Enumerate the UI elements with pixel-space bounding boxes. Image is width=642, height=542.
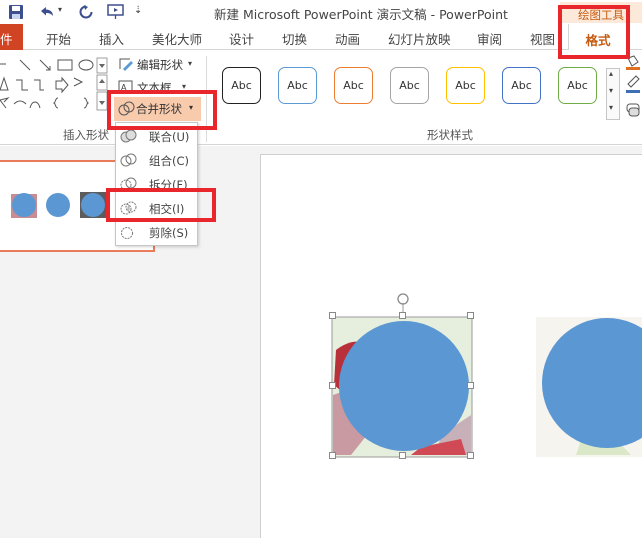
- slideshow-from-start-icon[interactable]: [106, 3, 126, 21]
- shapes-gallery[interactable]: [0, 56, 110, 116]
- resize-handle[interactable]: [399, 312, 406, 319]
- rotate-handle-icon: [397, 293, 409, 305]
- tab-insert[interactable]: 插入: [99, 29, 124, 48]
- insert-shapes-group-label: 插入形状: [63, 128, 109, 142]
- tab-home[interactable]: 开始: [46, 29, 71, 48]
- menu-item-label: 联合(U): [149, 130, 190, 144]
- shape-styles-group-label: 形状样式: [427, 128, 473, 142]
- shape-style-option[interactable]: Abc: [558, 67, 597, 104]
- scroll-up-icon[interactable]: ▴: [609, 69, 613, 78]
- undo-icon[interactable]: [38, 4, 56, 20]
- second-picture-shape[interactable]: [536, 317, 642, 457]
- edit-shape-button[interactable]: 编辑形状: [137, 57, 183, 73]
- edit-shape-icon: [119, 58, 133, 71]
- scroll-down-icon[interactable]: ▾: [609, 86, 613, 95]
- edit-shape-dropdown-icon[interactable]: ▾: [188, 59, 192, 68]
- tab-slideshow[interactable]: 幻灯片放映: [388, 29, 451, 48]
- menu-item-label: 剪除(S): [149, 226, 189, 240]
- window-title: 新建 Microsoft PowerPoint 演示文稿 - PowerPoin…: [214, 7, 508, 22]
- combine-icon: [120, 153, 137, 167]
- tab-design[interactable]: 设计: [229, 29, 254, 48]
- resize-handle[interactable]: [329, 312, 336, 319]
- ribbon-tabs: 件 开始 插入 美化大师 设计 切换 动画 幻灯片放映 审阅 视图 格式: [0, 24, 642, 60]
- title-bar: ▾ ⇣ 新建 Microsoft PowerPoint 演示文稿 - Power…: [0, 0, 642, 24]
- subtract-icon: [121, 227, 133, 239]
- tab-beautify-master[interactable]: 美化大师: [152, 29, 202, 48]
- save-icon[interactable]: [8, 4, 24, 20]
- tab-transitions[interactable]: 切换: [282, 29, 307, 48]
- tab-view[interactable]: 视图: [530, 29, 555, 48]
- more-styles-icon[interactable]: ▾: [609, 103, 613, 112]
- slide-content: [331, 293, 642, 458]
- shape-style-option[interactable]: Abc: [502, 67, 541, 104]
- undo-dropdown-icon[interactable]: ▾: [58, 5, 62, 14]
- menu-item-subtract[interactable]: 剪除(S): [116, 222, 198, 244]
- resize-handle[interactable]: [399, 452, 406, 459]
- shape-style-option[interactable]: Abc: [390, 67, 429, 104]
- shape-fill-outline-effects-icons[interactable]: [624, 54, 642, 126]
- highlight-format-tab: [558, 5, 630, 59]
- shape-style-option[interactable]: Abc: [278, 67, 317, 104]
- tab-review[interactable]: 审阅: [477, 29, 502, 48]
- redo-icon[interactable]: [78, 4, 94, 20]
- resize-handle[interactable]: [467, 452, 474, 459]
- resize-handle[interactable]: [467, 382, 474, 389]
- resize-handle[interactable]: [467, 312, 474, 319]
- highlight-intersect: [106, 188, 216, 222]
- shape-style-option[interactable]: Abc: [334, 67, 373, 104]
- shape-style-option[interactable]: Abc: [222, 67, 261, 104]
- customize-quick-access-icon[interactable]: ⇣: [134, 5, 142, 16]
- ribbon-format: 编辑形状 ▾ A 文本框 ▾ 合并形状 ▾ 插入形状 形状样式 ▴ ▾ ▾: [0, 50, 642, 145]
- highlight-merge-shapes: [107, 90, 217, 130]
- tab-animations[interactable]: 动画: [335, 29, 360, 48]
- styles-gallery-scroll[interactable]: ▴ ▾ ▾: [606, 68, 620, 120]
- merge-shapes-menu: 联合(U) 组合(C) 拆分(F) 相交(I) 剪除(S): [115, 122, 198, 246]
- resize-handle[interactable]: [329, 382, 336, 389]
- menu-item-combine[interactable]: 组合(C): [116, 150, 198, 172]
- union-icon: [120, 129, 137, 143]
- shape-style-option[interactable]: Abc: [446, 67, 485, 104]
- menu-item-label: 组合(C): [149, 154, 190, 168]
- resize-handle[interactable]: [329, 452, 336, 459]
- slide-canvas[interactable]: [260, 154, 642, 538]
